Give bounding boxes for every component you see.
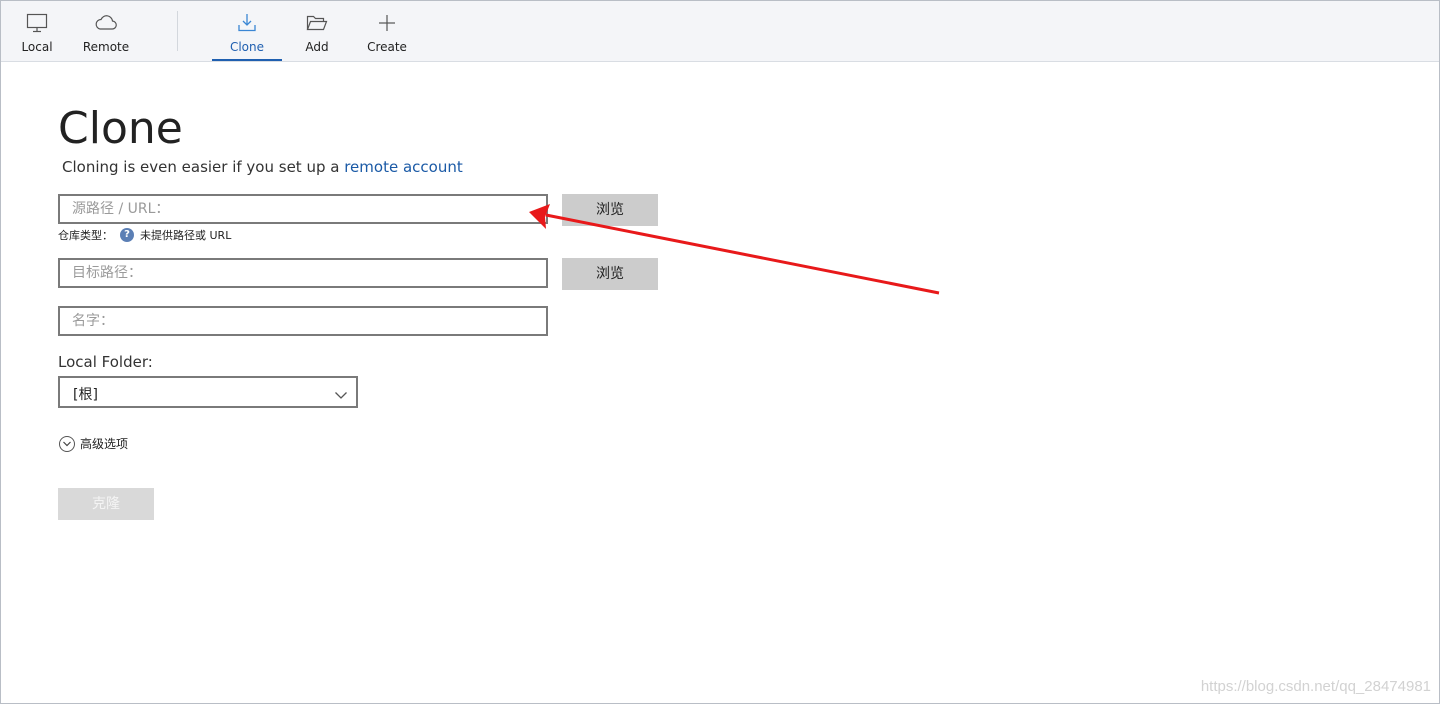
local-folder-selected-value: [根]	[73, 387, 98, 403]
toolbar-add-label: Add	[305, 40, 329, 54]
question-icon: ?	[120, 228, 134, 242]
cloud-icon	[71, 12, 141, 34]
source-url-input[interactable]	[60, 196, 546, 222]
clone-submit-button[interactable]: 克隆	[58, 488, 154, 520]
watermark-text: https://blog.csdn.net/qq_28474981	[1200, 678, 1431, 695]
name-input[interactable]	[60, 308, 546, 334]
annotation-arrow	[529, 204, 940, 295]
folder-open-icon	[282, 12, 352, 34]
toolbar-remote-label: Remote	[82, 40, 130, 54]
local-folder-label: Local Folder:	[58, 353, 153, 371]
destination-path-input[interactable]	[60, 260, 546, 286]
repo-type-row: 仓库类型： ? 未提供路径或 URL	[58, 227, 231, 243]
toolbar-clone-button[interactable]: Clone	[212, 1, 282, 61]
plus-icon	[352, 12, 422, 34]
destination-path-field	[58, 258, 548, 288]
toolbar-add-button[interactable]: Add	[282, 1, 352, 61]
toolbar-remote-button[interactable]: Remote	[71, 1, 141, 61]
repo-type-value: 未提供路径或 URL	[140, 229, 232, 242]
advanced-options-label: 高级选项	[80, 437, 129, 451]
source-url-field	[58, 194, 548, 224]
name-field	[58, 306, 548, 336]
remote-account-link[interactable]: remote account	[344, 158, 463, 176]
source-browse-button[interactable]: 浏览	[562, 194, 658, 226]
advanced-options-toggle[interactable]: 高级选项	[59, 435, 128, 452]
destination-browse-button[interactable]: 浏览	[562, 258, 658, 290]
toolbar-local-label: Local	[21, 40, 53, 54]
repo-type-label: 仓库类型：	[58, 229, 113, 242]
toolbar: Local Remote Clone Add Create	[1, 1, 1439, 62]
monitor-icon	[2, 12, 72, 34]
toolbar-local-button[interactable]: Local	[2, 1, 72, 61]
toolbar-create-button[interactable]: Create	[352, 1, 422, 61]
subtitle-text: Cloning is even easier if you set up a	[62, 158, 345, 176]
active-tab-indicator	[212, 59, 282, 61]
toolbar-divider	[177, 11, 178, 51]
expand-circle-icon	[59, 435, 75, 452]
download-icon	[212, 12, 282, 34]
local-folder-select[interactable]: [根]	[58, 376, 358, 408]
app-window: Local Remote Clone Add Create Clone Clon…	[0, 0, 1440, 704]
chevron-down-icon	[334, 386, 348, 405]
page-title: Clone	[58, 103, 183, 154]
toolbar-clone-label: Clone	[229, 40, 265, 54]
page-subtitle: Cloning is even easier if you set up a r…	[62, 158, 463, 176]
toolbar-create-label: Create	[367, 40, 407, 54]
